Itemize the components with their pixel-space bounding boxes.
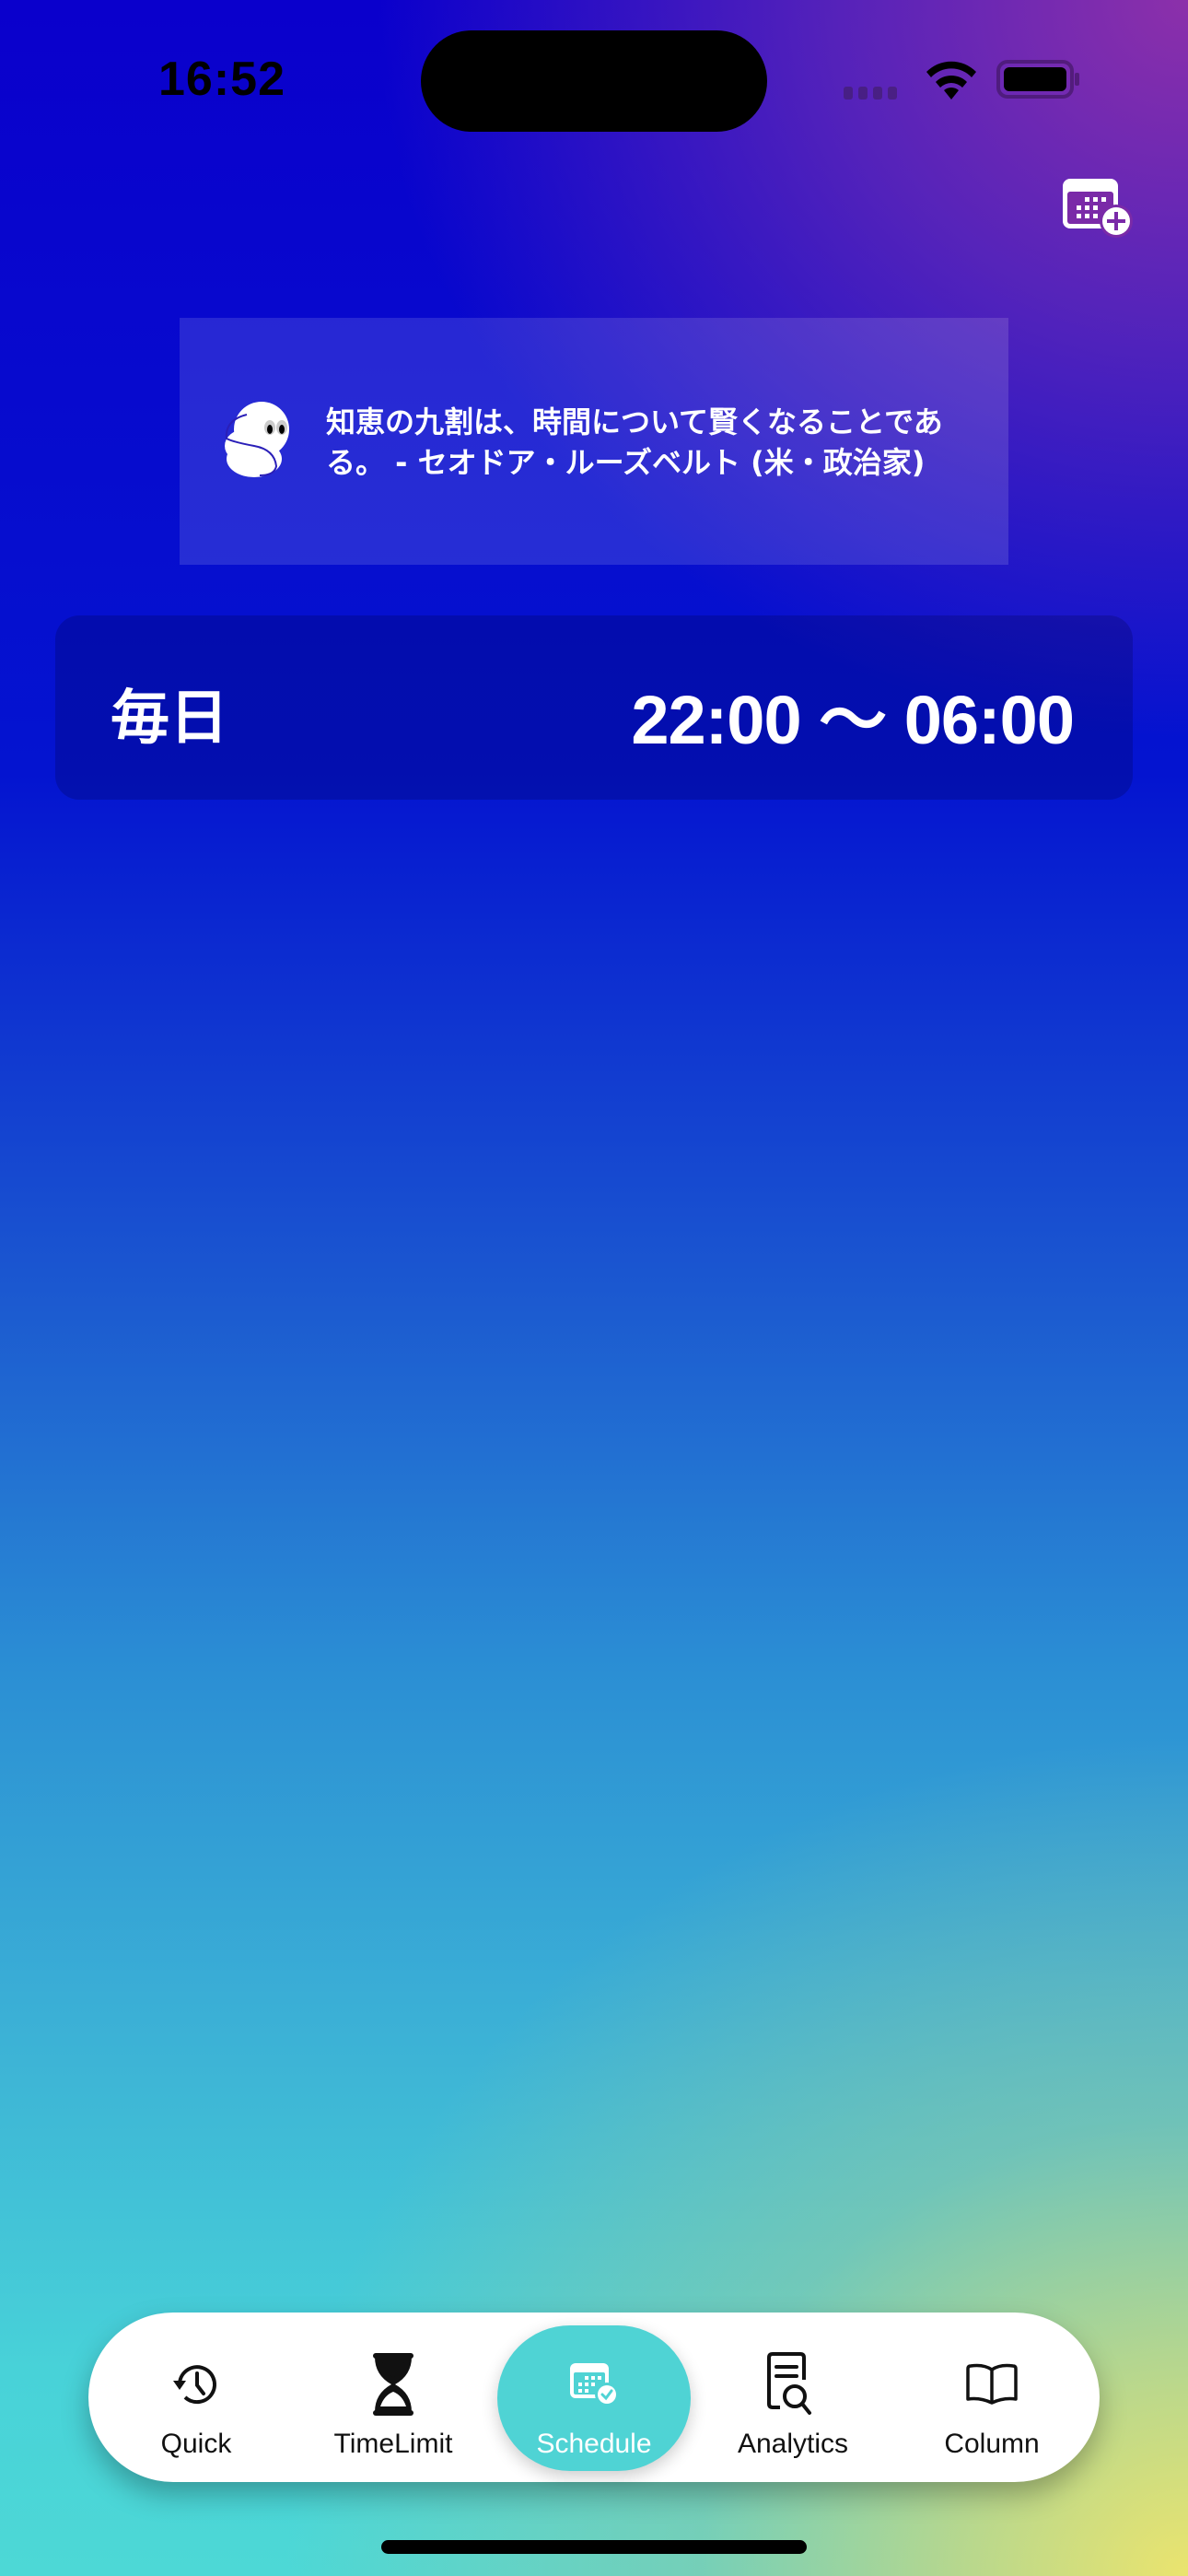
- tab-label: Analytics: [737, 2429, 849, 2459]
- history-clock-icon: [167, 2351, 226, 2418]
- book-icon: [962, 2351, 1021, 2418]
- schedule-time-range: 22:00 〜 06:00: [631, 682, 1075, 758]
- calendar-check-icon: [565, 2351, 623, 2418]
- tab-quick[interactable]: Quick: [99, 2325, 293, 2471]
- calendar-plus-icon[interactable]: [1059, 175, 1136, 240]
- document-search-icon: [763, 2351, 822, 2418]
- tab-label: Column: [944, 2429, 1040, 2459]
- cellular-signal-icon: [844, 87, 897, 100]
- tab-schedule[interactable]: Schedule: [497, 2325, 691, 2471]
- tab-column[interactable]: Column: [895, 2325, 1089, 2471]
- tab-analytics[interactable]: Analytics: [696, 2325, 890, 2471]
- home-indicator[interactable]: [381, 2540, 807, 2554]
- hourglass-icon: [364, 2351, 423, 2418]
- tab-label: TimeLimit: [333, 2429, 453, 2459]
- dynamic-island: [421, 30, 767, 132]
- tab-label: Quick: [160, 2429, 232, 2459]
- status-time: 16:52: [158, 53, 285, 106]
- schedule-day: 毎日: [111, 685, 228, 753]
- tab-label: Schedule: [536, 2429, 652, 2459]
- quote-text: 知恵の九割は、時間について賢くなることである。 - セオドア・ルーズベルト (米…: [326, 404, 943, 480]
- battery-icon: [996, 60, 1079, 99]
- wifi-icon: [926, 61, 976, 100]
- tab-timelimit[interactable]: TimeLimit: [297, 2325, 490, 2471]
- ghost-mascot-icon: [225, 402, 289, 477]
